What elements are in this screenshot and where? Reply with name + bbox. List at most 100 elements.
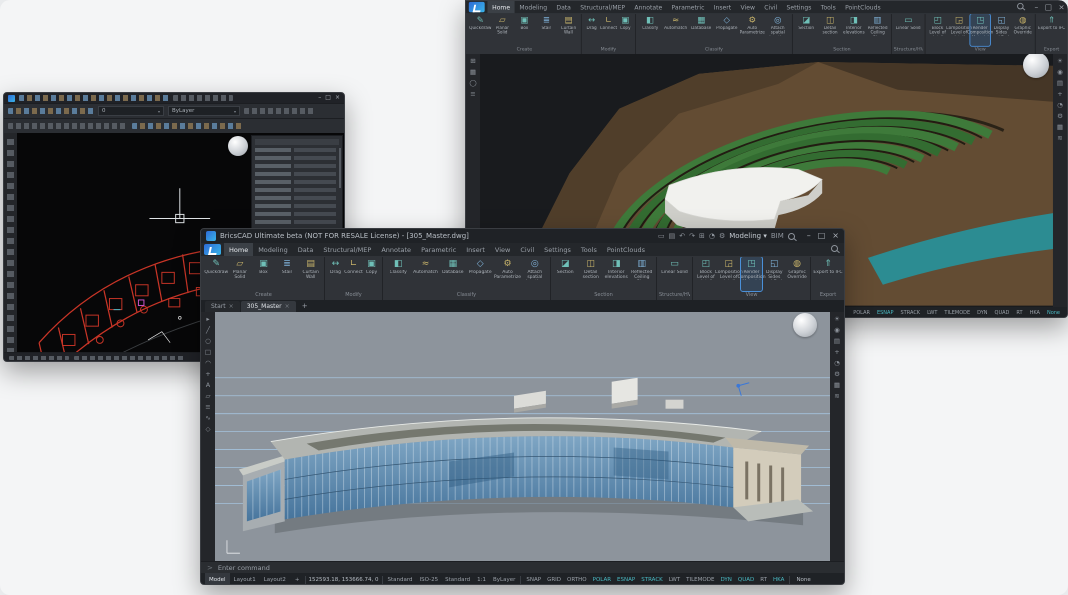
quick-access-icon[interactable]: ⚙ [719,232,725,240]
ribbon-button[interactable]: ◱Display Sides and Ends [991,14,1011,46]
quick-access-icon[interactable]: ▭ [658,232,665,240]
ribbon-tab[interactable]: Parametric [416,243,461,256]
ribbon-button[interactable]: ◫Detail section [819,14,842,46]
ribbon-button[interactable]: ≣Stair [536,14,557,46]
toolbar-icon[interactable]: □ [205,349,211,356]
panel-tab-icon[interactable]: + [1057,91,1062,98]
ribbon-tab[interactable]: Annotate [376,243,416,256]
ribbon-tab[interactable]: Data [293,243,319,256]
ribbon-button[interactable]: ▭Linear Solid [894,14,923,46]
ribbon-button[interactable]: ◪Section [553,257,578,291]
status-toggle[interactable]: QUAD [993,310,1012,316]
panel-tab-icon[interactable]: ◉ [834,327,840,334]
ribbon-button[interactable]: ▣Copy [617,14,633,46]
ribbon-button[interactable]: ▥Reflected Ceiling Plan [866,14,889,46]
maximize-icon[interactable]: □ [818,232,826,240]
ribbon-button[interactable]: ◲Composition Level of detail [949,14,969,46]
status-toggle[interactable]: POLAR [591,577,613,583]
toolbar-icon[interactable]: ╱ [206,327,210,334]
ribbon-button[interactable]: ⚙Auto Parametrize [740,14,765,46]
plan-toolbar-icons[interactable] [8,108,94,114]
ribbon-tab[interactable]: Insert [461,243,490,256]
toolbar-icon[interactable]: ○ [205,338,211,345]
search-icon[interactable] [788,233,795,240]
layout-tab[interactable]: Model [205,573,230,585]
minimize-icon[interactable]: – [318,95,321,101]
toolbar-icon[interactable]: A [206,382,210,389]
ribbon-button[interactable]: ◪Section [795,14,818,46]
panel-tab-icon[interactable]: ⚙ [834,371,840,378]
layout-tab[interactable]: Layout2 [260,573,290,585]
ribbon-button[interactable]: ↔Drag [327,257,344,291]
ribbon-tab[interactable]: Civil [760,1,782,13]
status-toggle[interactable]: RT [1014,310,1024,316]
status-toggle[interactable]: SNAP [524,577,543,583]
status-toggle[interactable]: TILEMODE [684,577,716,583]
status-toggle[interactable]: None [1045,310,1062,316]
ribbon-button[interactable]: ◧Classify [385,257,411,291]
main-viewport[interactable] [215,312,830,561]
ribbon-button[interactable]: ◍Graphic Override [1013,14,1033,46]
ribbon-tab[interactable]: Annotate [630,1,667,13]
ribbon-button[interactable]: ≣Stair [276,257,299,291]
minimize-icon[interactable]: – [807,232,811,240]
command-input[interactable]: Enter command [218,564,270,572]
ribbon-button[interactable]: ▣Copy [363,257,380,291]
quick-access-icon[interactable]: ▤ [669,232,676,240]
panel-tab-icon[interactable]: ◉ [1057,69,1063,76]
ribbon-button[interactable]: ▱Planar Solid [229,257,252,291]
ribbon-button[interactable]: ✎Quickdraw [470,14,491,46]
ribbon-button[interactable]: ⚙Auto Parametrize [494,257,520,291]
toolbar-icon[interactable]: ▱ [206,393,211,400]
ribbon-tab[interactable]: Tools [576,243,602,256]
plan-toolbar-icons-2[interactable] [244,108,314,114]
ribbon-button[interactable]: ▦Database [689,14,714,46]
status-toggle[interactable]: LWT [925,310,939,316]
ribbon-tab[interactable]: Civil [515,243,539,256]
ribbon-button[interactable]: ∟Connect [345,257,362,291]
bricscad-app-button[interactable] [204,244,221,255]
ribbon-button[interactable]: ▦Database [440,257,466,291]
ribbon-button[interactable]: ▥Reflected Ceiling Plan [630,257,655,291]
panel-tab-icon[interactable]: ▤ [834,338,840,345]
plan-status-toggles[interactable] [74,356,184,360]
panel-tab-icon[interactable]: ◔ [1057,102,1063,109]
color-dropdown[interactable]: ByLayer ▾ [168,106,240,116]
status-toggle[interactable]: ORTHO [565,577,589,583]
status-toggle[interactable]: HKA [771,577,786,583]
maximize-icon[interactable]: □ [325,95,331,101]
ribbon-button[interactable]: ◲Composition Level of detail [718,257,740,291]
ribbon-button[interactable]: ⇑Export to IFC [813,257,843,291]
ribbon-tab[interactable]: Tools [816,1,840,13]
ribbon-button[interactable]: ◰Block Level of detail [927,14,947,46]
status-field[interactable]: Standard [443,577,472,583]
close-icon[interactable]: × [1058,3,1064,10]
ribbon-button[interactable]: ◇Propagate [714,14,739,46]
ribbon-button[interactable]: ▭Linear Solid [659,257,690,291]
toolbar-icon[interactable]: ∿ [205,415,210,422]
navigation-sphere[interactable] [228,136,248,156]
ribbon-tab[interactable]: Data [552,1,576,13]
ribbon-button[interactable]: ⇑Export to IFC [1038,14,1066,46]
layer-dropdown[interactable]: 0 ▾ [98,106,164,116]
workspace-switcher[interactable]: Modeling ▾ [729,232,767,240]
command-line[interactable]: > Enter command [201,561,844,573]
ribbon-tab[interactable]: PointClouds [602,243,650,256]
quick-access-icon[interactable]: ◔ [709,232,715,240]
annotation-scale[interactable]: None [793,577,813,583]
document-tab[interactable]: Start× [205,301,240,312]
status-toggle[interactable]: ESNAP [875,310,896,316]
status-toggle[interactable]: GRID [545,577,563,583]
status-toggle[interactable]: DYN [975,310,989,316]
ribbon-button[interactable]: ↔Drag [584,14,600,46]
ribbon-button[interactable]: ≈Automatch [663,14,688,46]
ribbon-button[interactable]: ≈Automatch [412,257,438,291]
ribbon-button[interactable]: ▱Planar Solid [492,14,513,46]
ribbon-button[interactable]: ▤Curtain Wall [558,14,579,46]
panel-tab-icon[interactable]: ⚙ [1057,113,1063,120]
quick-access-icon[interactable]: ↷ [689,232,695,240]
status-toggle[interactable]: RT [758,577,769,583]
status-toggle[interactable]: POLAR [851,310,872,316]
ribbon-button[interactable]: ◳Render Composition Material [970,14,990,46]
plan-left-toolbar[interactable] [4,133,17,352]
